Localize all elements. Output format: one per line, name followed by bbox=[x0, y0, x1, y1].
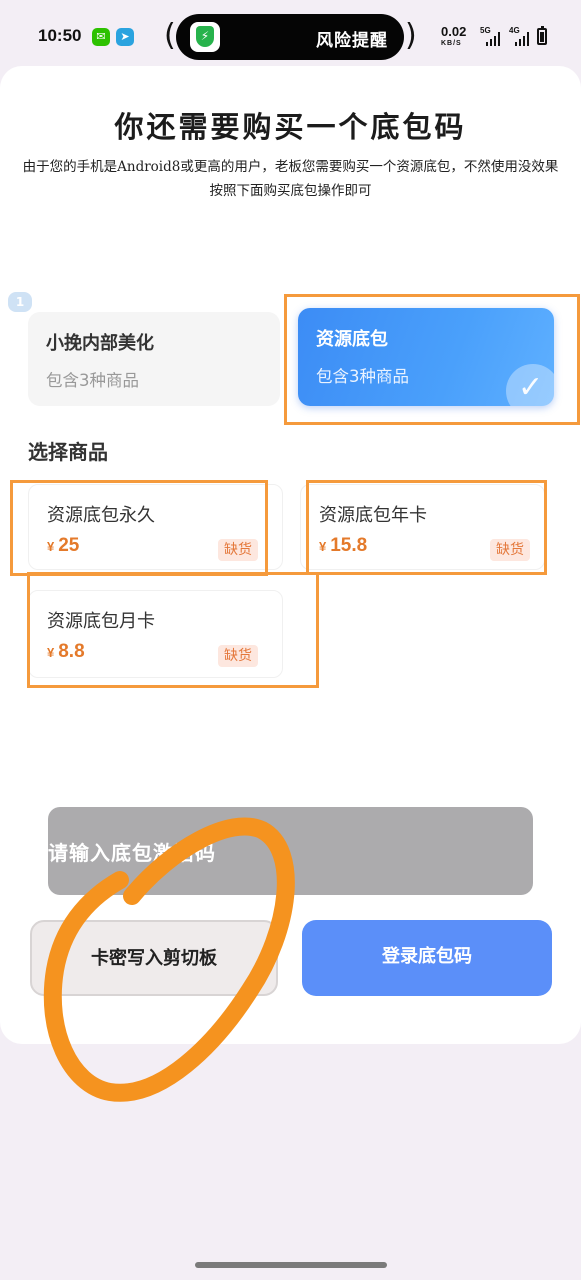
dialog-description: 由于您的手机是Android8或更高的用户，老板您需要购买一个资源底包，不然使用… bbox=[22, 159, 559, 199]
risk-alert-island[interactable]: ⚡ 风险提醒 bbox=[176, 14, 404, 60]
signal-bars-icon bbox=[486, 32, 502, 46]
highlight-box bbox=[284, 294, 580, 425]
package-name: 小挽内部美化 bbox=[46, 333, 154, 354]
risk-alert-text: 风险提醒 bbox=[316, 31, 388, 51]
network-speed: 0.02 KB/S bbox=[441, 24, 467, 47]
section-title: 选择商品 bbox=[28, 440, 108, 464]
copy-to-clipboard-button[interactable]: 卡密写入剪切板 bbox=[30, 920, 278, 996]
highlight-box bbox=[10, 480, 268, 576]
package-option-beautify[interactable]: 小挽内部美化 包含3种商品 bbox=[28, 312, 280, 406]
signal-bars-icon bbox=[515, 32, 531, 46]
wechat-icon: ✉ bbox=[92, 28, 110, 46]
shield-icon: ⚡ bbox=[190, 22, 220, 52]
status-time: 10:50 bbox=[38, 26, 82, 45]
input-placeholder: 请输入底包激活码 bbox=[48, 841, 216, 865]
battery-icon bbox=[537, 26, 547, 45]
activation-code-input[interactable]: 请输入底包激活码 bbox=[48, 807, 533, 895]
package-subtitle: 包含3种商品 bbox=[46, 371, 139, 390]
login-code-button[interactable]: 登录底包码 bbox=[302, 920, 552, 996]
status-bar: 10:50 ✉ ➤ ( ⚡ 风险提醒 ) 0.02 KB/S 5G 4G bbox=[0, 0, 581, 66]
number-badge: 1 bbox=[8, 292, 32, 312]
home-indicator[interactable] bbox=[195, 1262, 387, 1268]
right-paren-icon: ) bbox=[405, 18, 417, 53]
left-paren-icon: ( bbox=[164, 18, 176, 53]
dialog-title: 你还需要购买一个底包码 bbox=[114, 110, 467, 144]
highlight-box bbox=[27, 572, 319, 688]
highlight-box bbox=[306, 480, 547, 575]
telegram-icon: ➤ bbox=[116, 28, 134, 46]
